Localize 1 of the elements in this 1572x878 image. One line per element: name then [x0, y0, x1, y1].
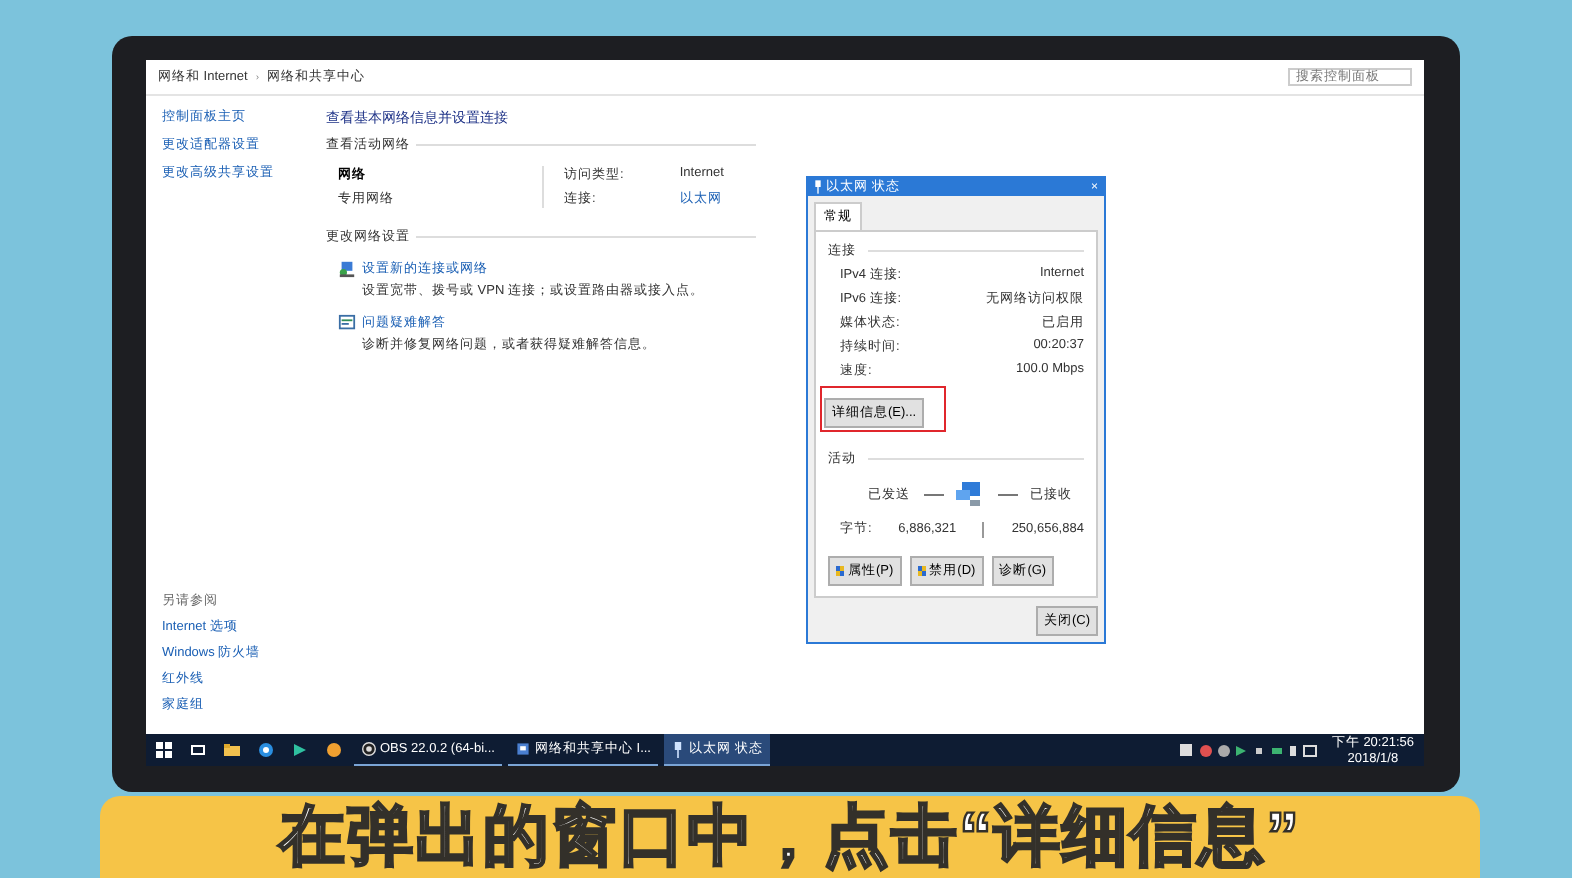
- caption-text: 在弹出的窗口中，点击“详细信息”: [279, 796, 1301, 876]
